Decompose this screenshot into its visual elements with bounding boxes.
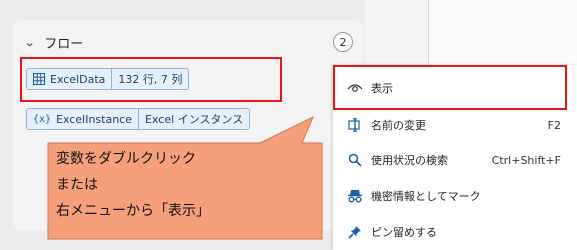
- incognito-icon: [343, 189, 367, 203]
- menu-item-label: 機密情報としてマーク: [371, 190, 481, 203]
- rename-icon: [343, 118, 367, 132]
- callout-line: 右メニューから「表示」: [56, 203, 210, 219]
- menu-item-rename[interactable]: 名前の変更 F2: [335, 108, 567, 142]
- menu-item-label: 使用状況の検索: [371, 154, 448, 167]
- menu-item-shortcut: Ctrl+Shift+F: [491, 153, 561, 167]
- search-icon: [343, 153, 367, 167]
- callout-text: 変数をダブルクリック または 右メニューから「表示」: [56, 146, 210, 224]
- menu-item-pin[interactable]: ピン留めする: [335, 215, 567, 249]
- pin-icon: [343, 225, 367, 239]
- callout-line: または: [56, 177, 98, 193]
- highlight-box-view: [333, 65, 567, 110]
- callout-line: 変数をダブルクリック: [56, 151, 196, 167]
- menu-item-find-usages[interactable]: 使用状況の検索 Ctrl+Shift+F: [335, 143, 567, 177]
- menu-item-label: 名前の変更: [371, 119, 426, 132]
- menu-item-label: ピン留めする: [371, 226, 437, 239]
- menu-item-shortcut: F2: [547, 118, 561, 132]
- menu-item-mark-sensitive[interactable]: 機密情報としてマーク: [335, 179, 567, 213]
